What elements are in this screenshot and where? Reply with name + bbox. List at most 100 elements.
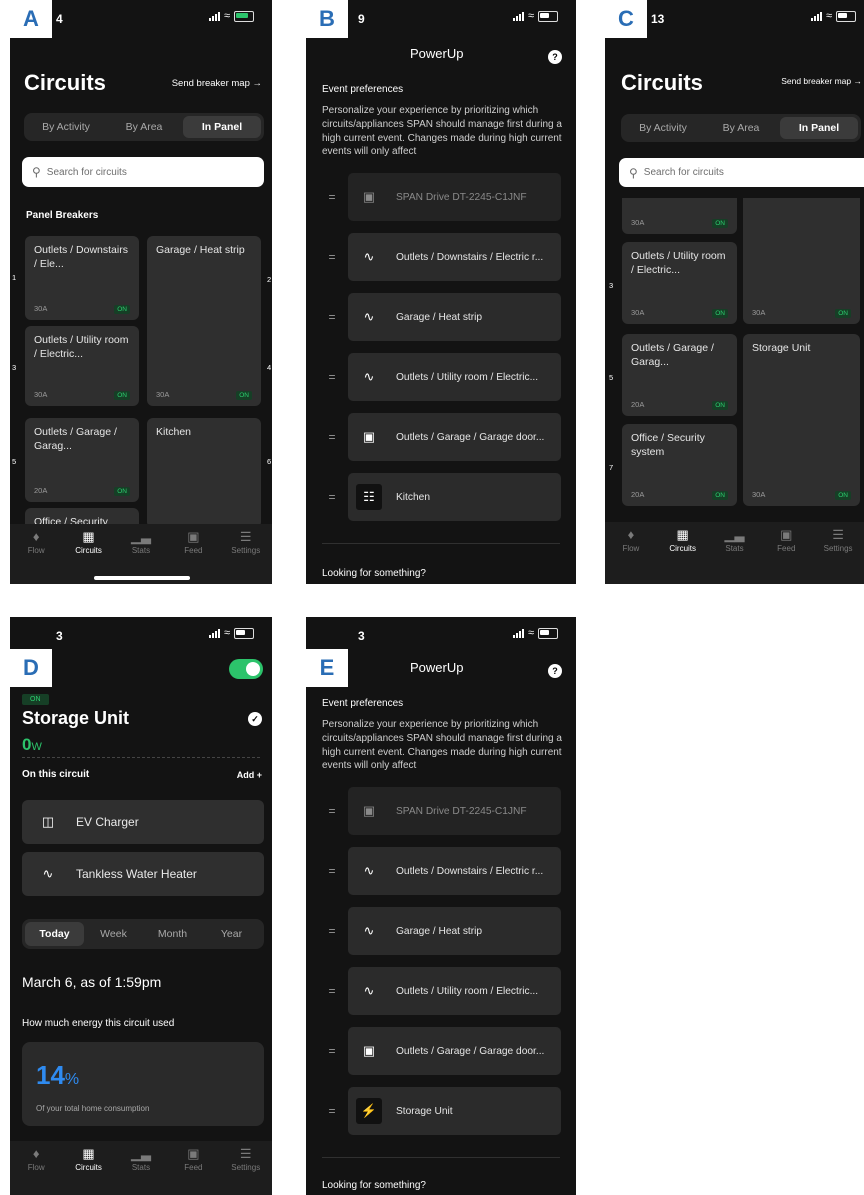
breaker-card[interactable]: Outlets / Downstairs / Ele... 30A ON bbox=[25, 236, 139, 320]
tab-by-activity[interactable]: By Activity bbox=[624, 117, 702, 139]
tab-in-panel[interactable]: In Panel bbox=[780, 117, 858, 139]
tab-by-area[interactable]: By Area bbox=[702, 117, 780, 139]
priority-card[interactable]: ∿ Outlets / Utility room / Electric... bbox=[348, 353, 561, 401]
add-device-button[interactable]: Add + bbox=[237, 770, 262, 780]
drag-handle-icon[interactable]: = bbox=[322, 984, 342, 998]
status-icons: ≈ bbox=[512, 627, 558, 639]
tab-feed[interactable]: ▣ Feed bbox=[169, 1147, 217, 1173]
priority-row[interactable]: = ☷ Kitchen bbox=[322, 473, 561, 521]
breaker-card[interactable]: Outlets / Garage / Garag... 20A ON bbox=[25, 418, 139, 502]
range-year[interactable]: Year bbox=[202, 922, 261, 946]
circuits-icon: ▦ bbox=[676, 527, 689, 542]
search-placeholder: Search for circuits bbox=[46, 166, 127, 178]
breaker-card[interactable]: Garage / Heat strip 30A ON bbox=[147, 236, 261, 406]
search-input[interactable]: ⚲ Search for circuits bbox=[22, 157, 264, 187]
search-input[interactable]: ⚲ Search for circuits bbox=[619, 158, 864, 187]
date-heading: March 6, as of 1:59pm bbox=[22, 974, 162, 990]
stats-icon: ▁▃ bbox=[130, 1146, 151, 1161]
priority-row[interactable]: = ∿ Garage / Heat strip bbox=[322, 907, 561, 955]
status-badge: ON bbox=[114, 391, 130, 400]
tab-feed[interactable]: ▣ Feed bbox=[762, 528, 810, 554]
breaker-amp: 30A bbox=[631, 218, 645, 227]
help-icon[interactable]: ? bbox=[548, 664, 562, 678]
tab-settings[interactable]: ☰ Settings bbox=[814, 528, 862, 554]
priority-card[interactable]: ▣ Outlets / Garage / Garage door... bbox=[348, 413, 561, 461]
breaker-amp: 30A bbox=[752, 490, 766, 499]
range-today[interactable]: Today bbox=[25, 922, 84, 946]
priority-label: Outlets / Downstairs / Electric r... bbox=[396, 865, 544, 877]
drag-handle-icon[interactable]: = bbox=[322, 1104, 342, 1118]
tab-stats[interactable]: ▁▃ Stats bbox=[117, 1146, 165, 1173]
tab-circuits[interactable]: ▦ Circuits bbox=[65, 530, 113, 556]
check-icon[interactable]: ✓ bbox=[248, 712, 262, 726]
on-circuit-heading: On this circuit bbox=[22, 769, 90, 780]
feed-icon: ▣ bbox=[187, 529, 200, 544]
priority-row[interactable]: = ∿ Outlets / Utility room / Electric... bbox=[322, 353, 561, 401]
breaker-card[interactable]: Storage Unit 30A ON bbox=[743, 334, 860, 506]
priority-card[interactable]: ∿ Outlets / Downstairs / Electric r... bbox=[348, 233, 561, 281]
range-week[interactable]: Week bbox=[84, 922, 143, 946]
priority-label: SPAN Drive DT-2245-C1JNF bbox=[396, 191, 527, 203]
priority-row[interactable]: = ∿ Garage / Heat strip bbox=[322, 293, 561, 341]
tab-settings[interactable]: ☰ Settings bbox=[222, 1147, 270, 1173]
help-icon[interactable]: ? bbox=[548, 50, 562, 64]
tab-settings[interactable]: ☰ Settings bbox=[222, 530, 270, 556]
tab-by-area[interactable]: By Area bbox=[105, 116, 183, 138]
status-icons: ≈ bbox=[810, 10, 856, 22]
send-breaker-map-link[interactable]: Send breaker map → bbox=[781, 76, 862, 86]
priority-row[interactable]: = ▣ Outlets / Garage / Garage door... bbox=[322, 413, 561, 461]
priority-card[interactable]: ▣ Outlets / Garage / Garage door... bbox=[348, 1027, 561, 1075]
drag-handle-icon[interactable]: = bbox=[322, 864, 342, 878]
drag-handle-icon[interactable]: = bbox=[322, 804, 342, 818]
breaker-card[interactable]: 30A ON bbox=[622, 198, 737, 234]
tab-by-activity[interactable]: By Activity bbox=[27, 116, 105, 138]
drag-handle-icon[interactable]: = bbox=[322, 310, 342, 324]
breaker-card[interactable]: 30A ON bbox=[743, 198, 860, 324]
tab-feed[interactable]: ▣ Feed bbox=[169, 529, 217, 556]
device-card-ev-charger[interactable]: ◫ EV Charger bbox=[22, 800, 264, 844]
priority-row[interactable]: = ▣ Outlets / Garage / Garage door... bbox=[322, 1027, 561, 1075]
priority-card[interactable]: ∿ Garage / Heat strip bbox=[348, 907, 561, 955]
breaker-name: Kitchen bbox=[156, 426, 192, 438]
tab-flow[interactable]: ♦ Flow bbox=[607, 528, 655, 554]
breaker-card[interactable]: Kitchen bbox=[147, 418, 261, 528]
breaker-card[interactable]: Outlets / Utility room / Electric... 30A… bbox=[622, 242, 737, 324]
breaker-name: Outlets / Utility room / Electric... bbox=[34, 334, 129, 361]
tab-in-panel[interactable]: In Panel bbox=[183, 116, 261, 138]
search-icon: ⚲ bbox=[32, 165, 41, 179]
drag-handle-icon[interactable]: = bbox=[322, 370, 342, 384]
drag-handle-icon[interactable]: = bbox=[322, 190, 342, 204]
priority-card[interactable]: ▣ SPAN Drive DT-2245-C1JNF bbox=[348, 787, 561, 835]
priority-row[interactable]: = ⚡ Storage Unit bbox=[322, 1087, 561, 1135]
priority-card[interactable]: ∿ Garage / Heat strip bbox=[348, 293, 561, 341]
priority-card[interactable]: ⚡ Storage Unit bbox=[348, 1087, 561, 1135]
tab-circuits[interactable]: ▦ Circuits bbox=[659, 527, 707, 554]
circuit-power-toggle[interactable] bbox=[229, 659, 263, 679]
priority-row[interactable]: = ▣ SPAN Drive DT-2245-C1JNF bbox=[322, 173, 561, 221]
drag-handle-icon[interactable]: = bbox=[322, 430, 342, 444]
priority-card[interactable]: ▣ SPAN Drive DT-2245-C1JNF bbox=[348, 173, 561, 221]
drag-handle-icon[interactable]: = bbox=[322, 1044, 342, 1058]
tab-stats[interactable]: ▁▃ Stats bbox=[117, 530, 165, 556]
send-breaker-map-link[interactable]: Send breaker map → bbox=[172, 78, 262, 89]
priority-row[interactable]: = ∿ Outlets / Utility room / Electric... bbox=[322, 967, 561, 1015]
priority-row[interactable]: = ∿ Outlets / Downstairs / Electric r... bbox=[322, 233, 561, 281]
drag-handle-icon[interactable]: = bbox=[322, 250, 342, 264]
range-month[interactable]: Month bbox=[143, 922, 202, 946]
breaker-card[interactable]: Office / Security system 20A ON bbox=[622, 424, 737, 506]
priority-row[interactable]: = ∿ Outlets / Downstairs / Electric r... bbox=[322, 847, 561, 895]
drag-handle-icon[interactable]: = bbox=[322, 924, 342, 938]
priority-row[interactable]: = ▣ SPAN Drive DT-2245-C1JNF bbox=[322, 787, 561, 835]
priority-card[interactable]: ☷ Kitchen bbox=[348, 473, 561, 521]
flow-icon: ♦ bbox=[32, 529, 40, 544]
tab-flow[interactable]: ♦ Flow bbox=[12, 1147, 60, 1173]
tab-circuits[interactable]: ▦ Circuits bbox=[65, 1147, 113, 1173]
device-card-water-heater[interactable]: ∿ Tankless Water Heater bbox=[22, 852, 264, 896]
tab-flow[interactable]: ♦ Flow bbox=[12, 529, 60, 556]
priority-card[interactable]: ∿ Outlets / Downstairs / Electric r... bbox=[348, 847, 561, 895]
drag-handle-icon[interactable]: = bbox=[322, 490, 342, 504]
breaker-card[interactable]: Outlets / Garage / Garag... 20A ON bbox=[622, 334, 737, 416]
breaker-card[interactable]: Outlets / Utility room / Electric... 30A… bbox=[25, 326, 139, 406]
tab-stats[interactable]: ▁▃ Stats bbox=[710, 528, 758, 554]
priority-card[interactable]: ∿ Outlets / Utility room / Electric... bbox=[348, 967, 561, 1015]
